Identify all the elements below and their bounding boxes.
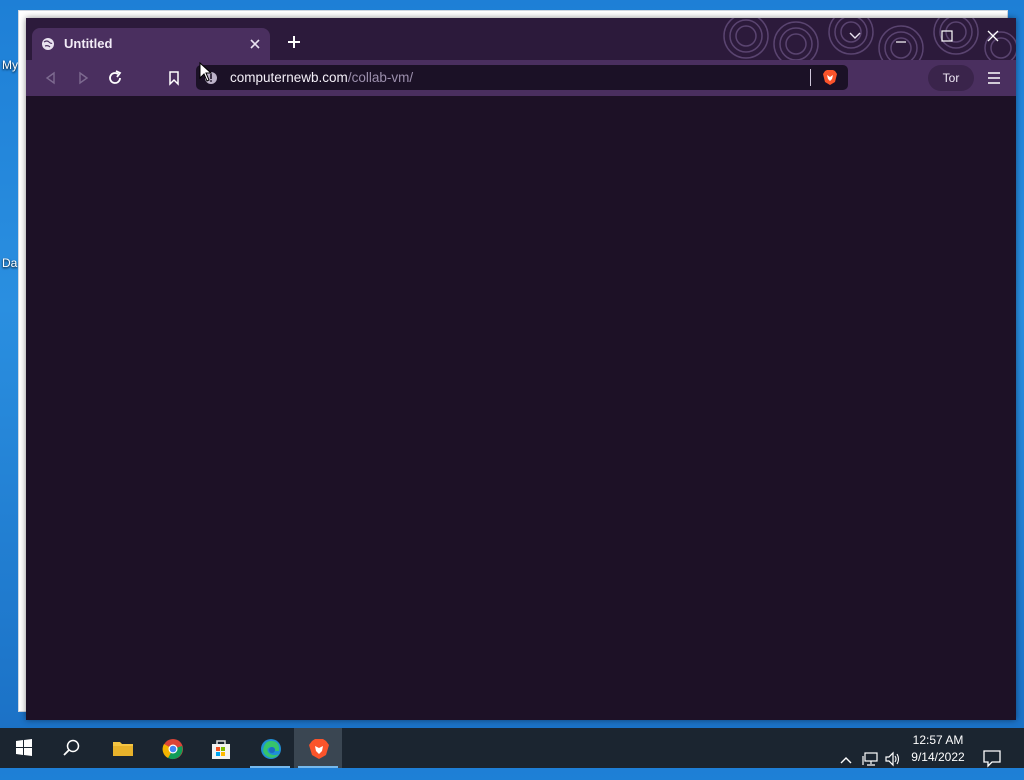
edge-icon [261, 739, 281, 759]
volume-icon[interactable] [884, 739, 902, 779]
show-hidden-icons-chevron-icon[interactable] [838, 740, 854, 780]
close-icon[interactable] [248, 37, 262, 51]
network-icon[interactable] [862, 739, 880, 779]
url-separator [810, 69, 811, 86]
tab-search-chevron-icon[interactable] [840, 26, 870, 46]
tab-untitled[interactable]: Untitled [32, 28, 270, 60]
chrome-button[interactable] [148, 728, 196, 768]
address-bar[interactable]: computernewb.com/collab-vm/ [196, 65, 848, 90]
store-icon [212, 740, 230, 759]
desktop-icon-label-my[interactable]: My [2, 58, 18, 72]
brave-shield-icon[interactable] [822, 69, 838, 86]
url-text[interactable]: computernewb.com/collab-vm/ [230, 70, 413, 85]
taskbar: 12:57 AM 9/14/2022 [0, 728, 1024, 768]
browser-toolbar: computernewb.com/collab-vm/ Tor [26, 60, 1016, 96]
url-path: /collab-vm/ [347, 70, 414, 85]
close-window-button[interactable] [978, 26, 1008, 46]
hamburger-menu-icon[interactable] [986, 69, 1002, 87]
file-explorer-icon [113, 742, 133, 756]
clock-date[interactable]: 9/14/2022 [906, 750, 970, 764]
start-icon [16, 739, 32, 756]
chrome-icon [162, 739, 183, 760]
search-icon [63, 739, 80, 756]
mouse-cursor-icon [199, 62, 213, 82]
store-button[interactable] [196, 728, 244, 768]
bookmark-icon[interactable] [165, 69, 183, 87]
edge-button[interactable] [246, 728, 294, 768]
globe-icon [42, 38, 54, 50]
brave-icon [309, 739, 329, 759]
tor-button[interactable]: Tor [928, 65, 974, 91]
browser-window: Untitled computernewb.com/collab-vm/ Tor [26, 18, 1016, 720]
minimize-button[interactable] [886, 26, 916, 46]
desktop-icon-label-da[interactable]: Da [2, 256, 17, 270]
forward-icon[interactable] [74, 69, 92, 87]
tab-title: Untitled [64, 36, 113, 51]
back-icon[interactable] [42, 69, 60, 87]
notification-center-icon[interactable] [982, 738, 1002, 778]
start-button[interactable] [0, 728, 48, 768]
url-host: computernewb.com [230, 70, 348, 85]
file-explorer-button[interactable] [98, 728, 146, 768]
new-tab-button[interactable] [284, 32, 304, 52]
browser-titlebar: Untitled [26, 18, 1016, 60]
clock-time[interactable]: 12:57 AM [906, 733, 970, 747]
reload-icon[interactable] [106, 69, 124, 87]
search-button[interactable] [48, 728, 96, 768]
maximize-button[interactable] [932, 26, 962, 46]
brave-button[interactable] [294, 728, 342, 768]
page-content[interactable] [26, 96, 1016, 720]
